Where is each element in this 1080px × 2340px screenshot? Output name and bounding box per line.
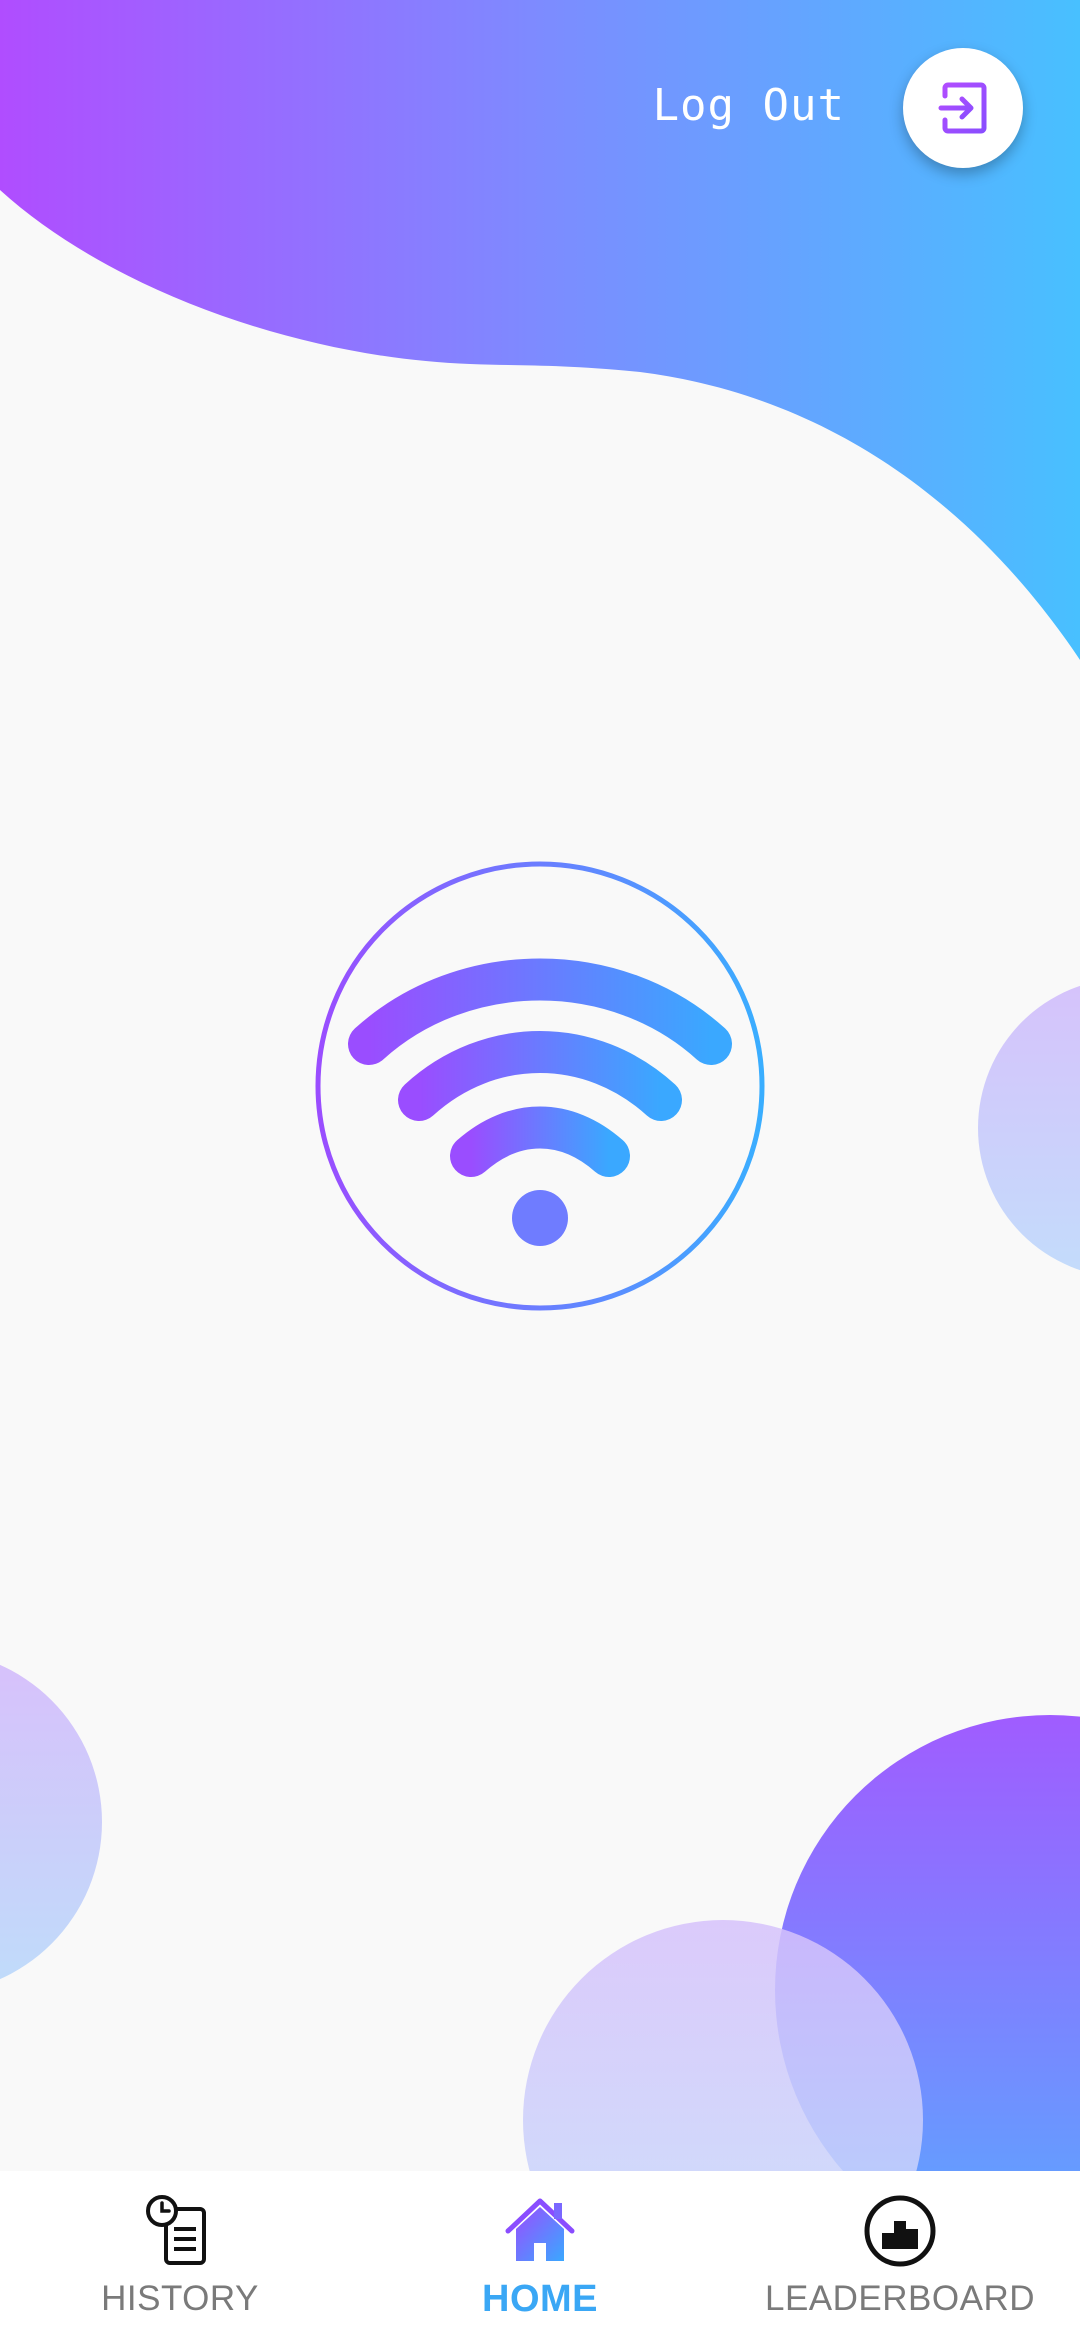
wifi-connect-button[interactable] [314, 860, 766, 1312]
nav-label-home: HOME [482, 2278, 598, 2320]
bottom-navigation: HISTORY HOME LEADERBOARD [0, 2171, 1080, 2340]
right-bubble [978, 985, 1080, 1271]
nav-label-leaderboard: LEADERBOARD [764, 2279, 1036, 2318]
logout-label[interactable]: Log Out [653, 78, 845, 134]
home-screen: Log Out HISTORY HOME LEADERBOARD [0, 0, 1080, 2340]
logout-arrow-icon [938, 82, 987, 134]
header: Log Out [0, 0, 1080, 220]
left-bubble [0, 1664, 102, 1980]
nav-label-history: HISTORY [101, 2279, 259, 2318]
logout-button[interactable] [903, 48, 1023, 168]
nav-item-leaderboard[interactable]: LEADERBOARD [720, 2171, 1080, 2340]
leaderboard-podium-icon [862, 2193, 938, 2269]
history-clipboard-icon [142, 2193, 218, 2269]
nav-item-history[interactable]: HISTORY [0, 2171, 360, 2340]
home-icon [502, 2193, 578, 2269]
nav-item-home[interactable]: HOME [360, 2171, 720, 2340]
wifi-icon [315, 861, 765, 1311]
